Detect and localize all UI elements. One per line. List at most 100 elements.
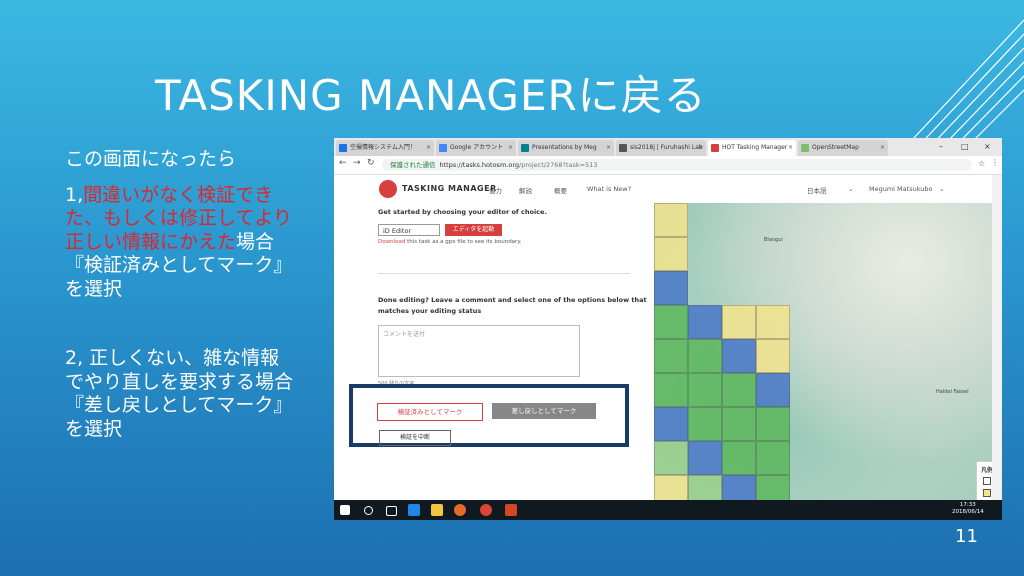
tab-2[interactable]: Google アカウント × xyxy=(436,140,516,156)
nav-whats-new[interactable]: What is New? xyxy=(587,185,631,193)
close-icon[interactable]: × xyxy=(698,140,703,156)
chevron-down-icon[interactable]: ⌄ xyxy=(848,185,853,193)
instruction-intro: この画面になったら xyxy=(65,148,237,170)
task-cell[interactable] xyxy=(654,441,688,475)
nav-contribute[interactable]: 協力 xyxy=(489,185,502,195)
task-cell[interactable] xyxy=(722,407,756,441)
slide-title: TASKING MANAGERに戻る xyxy=(155,71,707,120)
back-icon[interactable]: ← xyxy=(339,158,347,168)
nav-about[interactable]: 概要 xyxy=(554,185,567,195)
folder-icon[interactable] xyxy=(431,504,443,516)
slides-icon xyxy=(521,144,529,152)
powerpoint-icon[interactable] xyxy=(505,504,517,516)
tab-label: 空撮情報システム入門！ xyxy=(350,144,416,151)
close-icon[interactable]: × xyxy=(426,140,431,156)
menu-icon[interactable]: ⋮ xyxy=(991,158,999,167)
task-cell[interactable] xyxy=(654,475,688,500)
hot-icon xyxy=(711,144,719,152)
task-cell[interactable] xyxy=(756,339,790,373)
task-cell[interactable] xyxy=(756,441,790,475)
task-cell[interactable] xyxy=(688,373,722,407)
task-cell[interactable] xyxy=(722,339,756,373)
stop-validating-button[interactable]: 検証を中断 xyxy=(379,430,451,446)
url-path: /project/2768?task=513 xyxy=(519,161,598,169)
tab-label: Presentations by Meg xyxy=(532,144,597,151)
task-cell[interactable] xyxy=(756,475,790,500)
tab-label: OpenStreetMap xyxy=(812,144,859,151)
task-cell[interactable] xyxy=(654,271,688,305)
legend-item: マッピング済 xyxy=(983,489,992,498)
clock-date: 2018/06/14 xyxy=(952,509,984,515)
comment-textarea[interactable]: コメントを送付 xyxy=(378,325,580,377)
chevron-down-icon[interactable]: ⌄ xyxy=(939,185,944,193)
window-close-icon[interactable]: × xyxy=(984,138,991,156)
firefox-icon[interactable] xyxy=(454,504,466,516)
task-cell[interactable] xyxy=(654,203,688,237)
editor-heading: Get started by choosing your editor of c… xyxy=(378,208,547,216)
app-logo-text[interactable]: TASKING MANAGER xyxy=(402,184,497,193)
option-1-prefix: 1, xyxy=(65,183,84,206)
map-place-label: Blangui xyxy=(764,237,783,243)
edge-icon[interactable] xyxy=(408,504,420,516)
forward-icon[interactable]: → xyxy=(353,158,361,168)
url-input[interactable]: 保護された通信 https://tasks.hotosm.org/project/… xyxy=(382,159,972,171)
page-scrollbar[interactable] xyxy=(992,175,1002,500)
task-view-icon[interactable] xyxy=(386,506,397,516)
close-icon[interactable]: × xyxy=(606,140,611,156)
minimize-icon[interactable]: – xyxy=(939,138,943,156)
maximize-icon[interactable]: □ xyxy=(961,138,969,156)
task-cell[interactable] xyxy=(688,339,722,373)
chrome-icon[interactable] xyxy=(480,504,492,516)
task-cell[interactable] xyxy=(654,305,688,339)
task-cell[interactable] xyxy=(688,441,722,475)
instruction-option-2: 2, 正しくない、雑な情報でやり直しを要求する場合『差し戻しとしてマーク』を選択 xyxy=(65,347,294,440)
tab-label: HOT Tasking Manager xyxy=(722,144,788,151)
task-cell[interactable] xyxy=(722,441,756,475)
task-cell[interactable] xyxy=(756,373,790,407)
star-icon[interactable]: ☆ xyxy=(978,159,985,168)
mark-validated-button[interactable]: 検証済みとしてマーク xyxy=(377,403,483,421)
task-cell[interactable] xyxy=(722,305,756,339)
legend-swatch xyxy=(983,489,991,497)
task-cell[interactable] xyxy=(654,407,688,441)
tab-4[interactable]: sis2018j | Furuhashi Lab × xyxy=(616,140,706,156)
download-line: Download this task as a gpx file to see … xyxy=(378,239,522,245)
address-bar: ← → ↻ 保護された通信 https://tasks.hotosm.org/pr… xyxy=(334,156,1002,175)
download-link[interactable]: Download xyxy=(378,239,405,245)
language-selector[interactable]: 日本語 xyxy=(807,185,827,195)
browser-screenshot: 空撮情報システム入門！ × Google アカウント × Presentations… xyxy=(334,138,1002,520)
mark-invalidated-button[interactable]: 差し戻しとしてマーク xyxy=(492,403,596,419)
tab-hot-tasking-manager[interactable]: HOT Tasking Manager × xyxy=(708,140,796,156)
app-header: TASKING MANAGER 協力 解説 概要 What is New? 日本… xyxy=(334,175,992,204)
nav-learn[interactable]: 解説 xyxy=(519,185,532,195)
task-cell[interactable] xyxy=(688,305,722,339)
task-cell[interactable] xyxy=(722,475,756,500)
tab-1[interactable]: 空撮情報システム入門！ × xyxy=(336,140,434,156)
user-menu[interactable]: Megumi Matsukubo xyxy=(869,185,933,193)
legend-swatch xyxy=(983,477,991,485)
done-heading-2: matches your editing status xyxy=(378,307,482,315)
task-cell[interactable] xyxy=(654,373,688,407)
task-cell[interactable] xyxy=(688,407,722,441)
task-cell[interactable] xyxy=(722,373,756,407)
close-icon[interactable]: × xyxy=(508,140,513,156)
task-map[interactable]: Blangui Haldel Fassel 凡例 準備完了マッピング済低品質の航… xyxy=(654,203,992,500)
editor-select[interactable]: iD Editor xyxy=(378,224,440,236)
tab-3[interactable]: Presentations by Meg × xyxy=(518,140,614,156)
search-icon[interactable] xyxy=(364,506,373,515)
windows-start-icon[interactable] xyxy=(340,505,350,515)
hot-logo[interactable] xyxy=(379,180,397,198)
task-cell[interactable] xyxy=(756,407,790,441)
task-cell[interactable] xyxy=(688,475,722,500)
task-cell[interactable] xyxy=(654,237,688,271)
task-cell[interactable] xyxy=(756,305,790,339)
map-legend: 凡例 準備完了マッピング済低品質の航空写真検証済み差し戻し済ロック xyxy=(976,461,992,500)
map-place-label: Haldel Fassel xyxy=(936,389,969,395)
task-panel: Get started by choosing your editor of c… xyxy=(334,203,654,500)
close-icon[interactable]: × xyxy=(880,140,885,156)
close-icon[interactable]: × xyxy=(788,140,793,156)
tab-openstreetmap[interactable]: OpenStreetMap × xyxy=(798,140,888,156)
start-editor-button[interactable]: エディタを起動 xyxy=(445,224,502,236)
reload-icon[interactable]: ↻ xyxy=(367,158,375,168)
task-cell[interactable] xyxy=(654,339,688,373)
